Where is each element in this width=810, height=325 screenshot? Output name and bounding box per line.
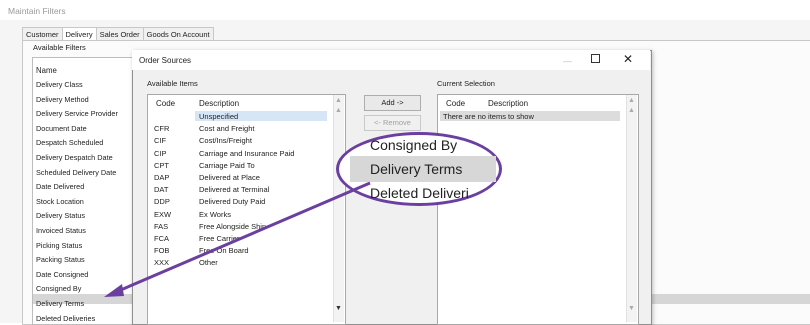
arrow-head-icon (104, 284, 124, 297)
arrow-line (115, 181, 371, 294)
callout-arrow (104, 181, 371, 297)
